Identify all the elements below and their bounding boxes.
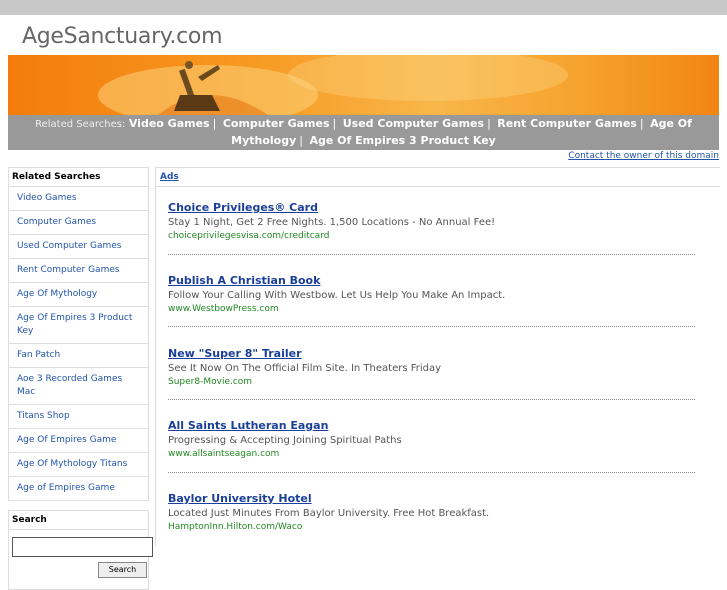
sidebar-item[interactable]: Aoe 3 Recorded Games Mac <box>9 368 148 405</box>
ad-title-link[interactable]: All Saints Lutheran Eagan <box>168 419 695 432</box>
top-bar <box>0 0 727 15</box>
ad-description: Follow Your Calling With Westbow. Let Us… <box>168 290 506 301</box>
contact-owner-link[interactable]: Contact the owner of this domain <box>568 151 719 161</box>
divider <box>168 472 695 473</box>
related-bar-separator: | <box>639 117 644 130</box>
ad-listing: Baylor University Hotel Located Just Min… <box>168 492 695 532</box>
ad-listing: Publish A Christian Book Follow Your Cal… <box>168 274 695 314</box>
related-link-video-games[interactable]: Video Games <box>129 117 210 130</box>
ad-title-link[interactable]: New "Super 8" Trailer <box>168 347 695 360</box>
sidebar-heading: Related Searches <box>9 168 148 187</box>
ad-title-link[interactable]: Choice Privileges® Card <box>168 201 695 214</box>
sidebar-item[interactable]: Age Of Empires 3 Product Key <box>9 307 148 344</box>
divider <box>156 186 720 187</box>
sidebar-item[interactable]: Age of Empires Game <box>9 477 148 500</box>
related-bar-separator: | <box>212 117 217 130</box>
ad-url[interactable]: HamptonInn.Hilton.com/Waco <box>168 522 695 532</box>
ad-listing: New "Super 8" Trailer See It Now On The … <box>168 347 695 387</box>
ad-description: Progressing & Accepting Joining Spiritua… <box>168 435 402 446</box>
main-content: Ads Choice Privileges® Card Stay 1 Night… <box>155 167 720 546</box>
ad-listing: Choice Privileges® Card Stay 1 Night, Ge… <box>168 201 695 241</box>
ad-title-link[interactable]: Publish A Christian Book <box>168 274 695 287</box>
sidebar-item[interactable]: Age Of Empires Game <box>9 429 148 453</box>
related-link-computer-games[interactable]: Computer Games <box>223 117 330 130</box>
search-box: Search Search <box>8 510 153 590</box>
ad-url[interactable]: choiceprivilegesvisa.com/creditcard <box>168 231 695 241</box>
ad-title-link[interactable]: Baylor University Hotel <box>168 492 695 505</box>
related-link-rent-computer-games[interactable]: Rent Computer Games <box>497 117 637 130</box>
sidebar-item[interactable]: Video Games <box>9 187 148 211</box>
divider <box>168 254 695 255</box>
search-input[interactable] <box>12 537 153 557</box>
related-searches-bar: Related Searches: Video Games | Computer … <box>8 115 719 150</box>
banner-artwork <box>98 55 568 115</box>
sidebar-item[interactable]: Rent Computer Games <box>9 259 148 283</box>
divider <box>168 326 695 327</box>
related-bar-separator: | <box>299 134 303 147</box>
ad-description: See It Now On The Official Film Site. In… <box>168 363 442 374</box>
related-link-age-of-empires-3-product-key[interactable]: Age Of Empires 3 Product Key <box>310 134 496 147</box>
header-banner <box>8 55 719 115</box>
sidebar-item[interactable]: Age Of Mythology <box>9 283 148 307</box>
divider <box>168 399 695 400</box>
ad-url[interactable]: www.allsaintseagan.com <box>168 449 695 459</box>
ad-url[interactable]: www.WestbowPress.com <box>168 304 695 314</box>
ad-description: Located Just Minutes From Baylor Univers… <box>168 508 490 519</box>
ad-listing: All Saints Lutheran Eagan Progressing & … <box>168 419 695 459</box>
sidebar-item[interactable]: Computer Games <box>9 211 148 235</box>
sidebar-item[interactable]: Age Of Mythology Titans <box>9 453 148 477</box>
search-button[interactable]: Search <box>98 562 147 578</box>
site-title[interactable]: AgeSanctuary.com <box>22 24 223 49</box>
related-bar-prefix: Related Searches: <box>35 119 126 130</box>
related-link-used-computer-games[interactable]: Used Computer Games <box>343 117 484 130</box>
search-heading: Search <box>9 511 148 530</box>
ad-description: Stay 1 Night, Get 2 Free Nights. 1,500 L… <box>168 217 496 228</box>
related-bar-separator: | <box>487 117 491 130</box>
sidebar: Related Searches Video Games Computer Ga… <box>8 167 153 590</box>
ads-label[interactable]: Ads <box>160 172 179 182</box>
ad-url[interactable]: Super8-Movie.com <box>168 377 695 387</box>
related-bar-separator: | <box>332 117 337 130</box>
sidebar-item[interactable]: Titans Shop <box>9 405 148 429</box>
sidebar-item[interactable]: Fan Patch <box>9 344 148 368</box>
sidebar-item[interactable]: Used Computer Games <box>9 235 148 259</box>
related-searches-box: Related Searches Video Games Computer Ga… <box>8 167 149 501</box>
